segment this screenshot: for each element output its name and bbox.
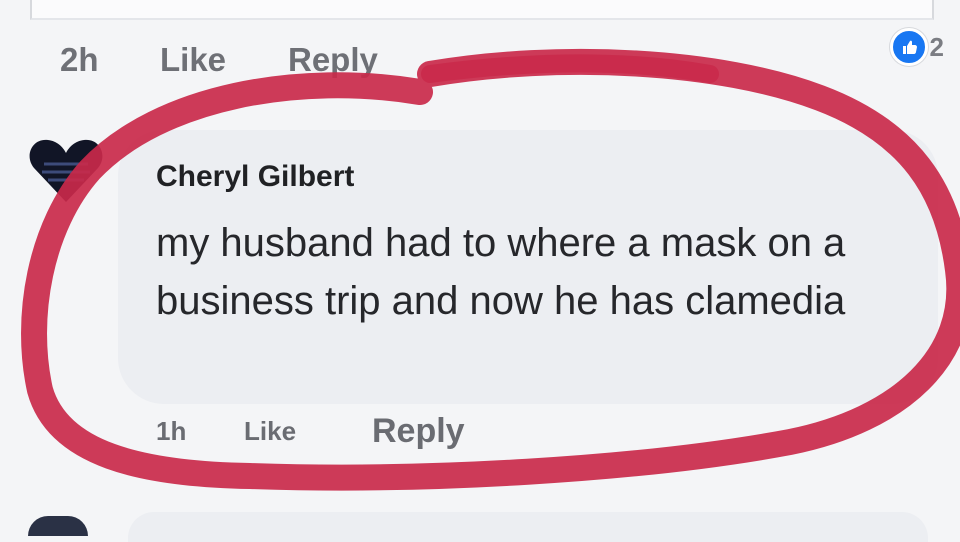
reaction-count[interactable]: 2 xyxy=(889,28,944,66)
top-comment-time: 2h xyxy=(60,41,99,78)
reply-button[interactable]: Reply xyxy=(372,412,465,451)
top-like-button[interactable]: Like xyxy=(160,41,288,79)
comment-time: 1h xyxy=(156,416,187,446)
top-comment-actions: 2h Like Reply xyxy=(60,38,378,82)
comment-author[interactable]: Cheryl Gilbert xyxy=(156,160,354,194)
comment-actions: 1h Like Reply xyxy=(156,412,465,451)
top-reply-button[interactable]: Reply xyxy=(288,41,378,79)
comment-text: my husband had to where a mask on a busi… xyxy=(156,221,846,323)
next-comment-avatar xyxy=(28,516,88,536)
heart-avatar-icon[interactable] xyxy=(28,134,104,204)
reaction-number: 2 xyxy=(929,31,944,62)
next-comment-bubble xyxy=(128,512,928,542)
like-button[interactable]: Like xyxy=(244,416,372,447)
previous-comment-frame xyxy=(30,0,934,20)
thumbs-up-icon xyxy=(889,28,928,66)
